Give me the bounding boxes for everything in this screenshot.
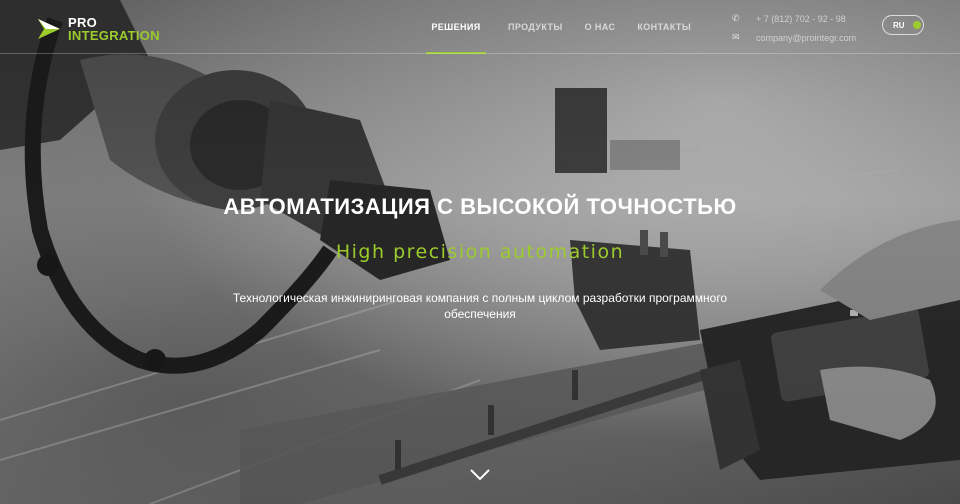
- envelope-icon: ✉: [732, 32, 740, 42]
- nav-item-products[interactable]: ПРОДУКТЫ: [498, 0, 573, 54]
- hero-description: Технологическая инжиниринговая компания …: [232, 291, 728, 321]
- arrow-logo-icon: [38, 19, 60, 39]
- language-indicator-dot: [912, 21, 921, 29]
- language-switcher[interactable]: RU: [882, 15, 924, 35]
- hero-subtitle: High precision automation: [335, 241, 625, 263]
- brand-name-line2: INTEGRATION: [68, 28, 160, 43]
- nav-item-contacts[interactable]: КОНТАКТЫ: [627, 0, 701, 54]
- phone-icon: ✆: [732, 13, 740, 23]
- chevron-down-icon[interactable]: [469, 468, 491, 482]
- email-address: company@prointegr.com: [756, 32, 857, 43]
- site-header: PRO INTEGRATION РЕШЕНИЯ ПРОДУКТЫ О НАС К…: [0, 0, 960, 54]
- header-divider: [0, 53, 960, 54]
- email-row[interactable]: ✉ company@prointegr.com: [732, 29, 856, 46]
- phone-number: + 7 (812) 702 - 92 - 98: [756, 13, 846, 24]
- brand-logo[interactable]: PRO INTEGRATION: [36, 14, 160, 44]
- header-contacts: ✆ + 7 (812) 702 - 92 - 98 ✉ company@proi…: [732, 10, 856, 46]
- hero-title: АВТОМАТИЗАЦИЯ С ВЫСОКОЙ ТОЧНОСТЬЮ: [223, 194, 737, 219]
- language-label: RU: [893, 20, 905, 30]
- nav-item-solutions[interactable]: РЕШЕНИЯ: [426, 0, 486, 54]
- main-nav: РЕШЕНИЯ ПРОДУКТЫ О НАС КОНТАКТЫ: [426, 0, 701, 54]
- phone-row[interactable]: ✆ + 7 (812) 702 - 92 - 98: [732, 10, 856, 27]
- nav-item-about[interactable]: О НАС: [575, 0, 626, 54]
- hero-section: PRO INTEGRATION РЕШЕНИЯ ПРОДУКТЫ О НАС К…: [0, 0, 960, 504]
